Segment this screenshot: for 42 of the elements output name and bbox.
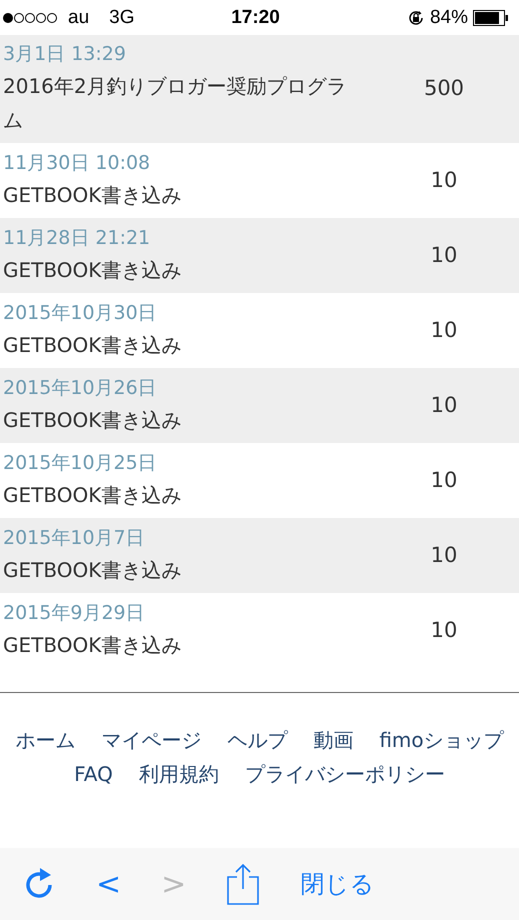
entry-date: 2015年10月7日 — [3, 526, 146, 550]
footer-link[interactable]: 動画 — [313, 723, 354, 757]
footer-link[interactable]: fimoショップ — [379, 723, 504, 757]
back-button[interactable]: < — [96, 866, 122, 902]
entry-date: 11月28日 21:21 — [3, 226, 152, 250]
entry-title: 2016年2月釣りブロガー奨励プログラム — [3, 73, 348, 134]
battery-icon — [472, 10, 509, 26]
signal-icon — [2, 12, 60, 24]
entry-title: GETBOOK書き込み — [3, 482, 182, 508]
entry-date: 2015年10月25日 — [3, 450, 158, 476]
entry-date: 3月1日 13:29 — [3, 42, 127, 67]
entry-points: 10 — [430, 318, 458, 342]
clock-time: 17:20 — [231, 6, 280, 28]
entry-title: GETBOOK書き込み — [3, 556, 182, 584]
entry-points: 10 — [430, 542, 458, 566]
footer-link[interactable]: ヘルプ — [227, 723, 288, 757]
entry-points: 10 — [430, 242, 458, 266]
entry-points: 10 — [430, 618, 458, 642]
entry-title: GETBOOK書き込み — [3, 632, 182, 658]
entry-date: 11月30日 10:08 — [3, 150, 152, 176]
carrier-name: au — [68, 6, 90, 28]
close-button[interactable]: 閉じる — [300, 868, 374, 900]
battery-percent: 84% — [430, 6, 468, 28]
entry-points: 500 — [422, 76, 466, 100]
share-icon[interactable] — [226, 863, 260, 905]
entry-title: GETBOOK書き込み — [3, 256, 182, 284]
footer-link[interactable]: ホーム — [15, 723, 76, 757]
entry-date: 2015年10月26日 — [3, 376, 158, 400]
footer-link[interactable]: FAQ — [74, 757, 113, 791]
entry-points: 10 — [430, 392, 458, 416]
network-type: 3G — [109, 6, 134, 28]
entry-date: 2015年10月30日 — [3, 300, 158, 326]
footer-link[interactable]: マイページ — [101, 723, 202, 757]
entry-title: GETBOOK書き込み — [3, 182, 182, 208]
footer-link[interactable]: 利用規約 — [138, 757, 219, 791]
rotation-lock-icon — [406, 8, 425, 26]
footer-link[interactable]: プライバシーポリシー — [244, 757, 445, 791]
entry-title: GETBOOK書き込み — [3, 406, 182, 434]
entry-date: 2015年9月29日 — [3, 600, 146, 626]
entry-points: 10 — [430, 168, 458, 192]
entry-points: 10 — [430, 468, 458, 492]
entry-title: GETBOOK書き込み — [3, 332, 182, 358]
